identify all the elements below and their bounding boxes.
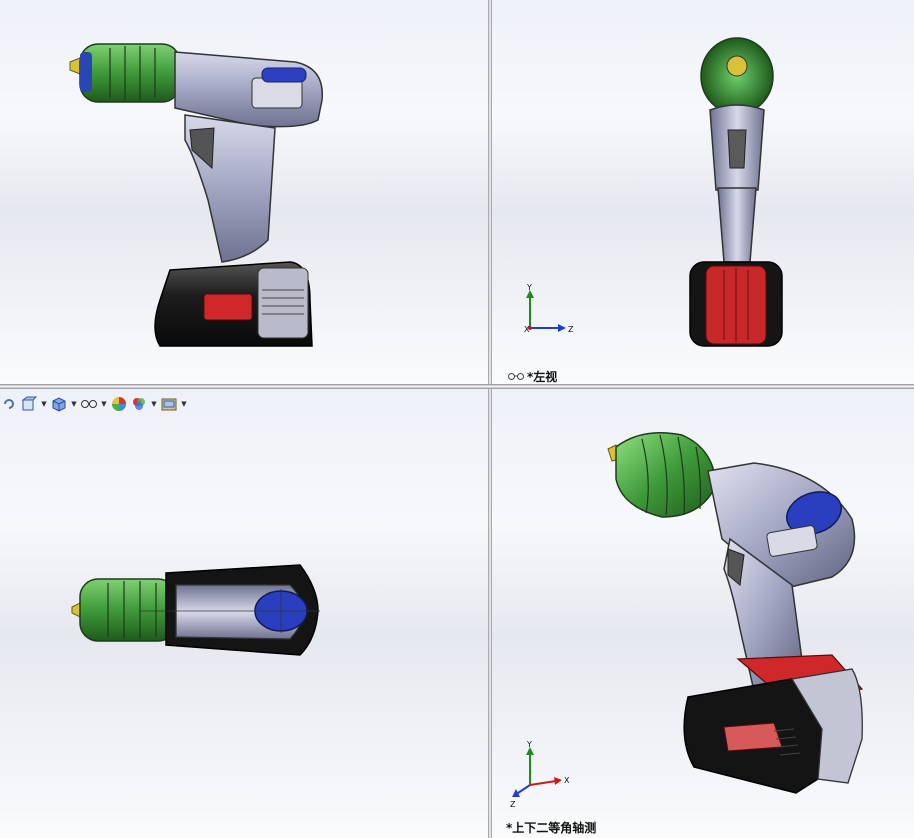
axis-label-z: Z [568,325,574,334]
axis-label-x: X [564,776,570,785]
view-label-bottom-right: *上下二等角轴测 [506,819,596,836]
viewport-top-right[interactable]: Y X Z *左视 [492,0,914,384]
drill-side-view-model[interactable] [0,0,488,384]
drill-top-view-model[interactable] [0,389,488,838]
axis-label-x: X [524,325,530,334]
axis-triad-bottom-right: Y X Z [510,740,570,809]
quad-viewport-window: Y X Z *左视 ▼ ▼ ▼ ▼ ▼ Y X Z *上下二等角轴测 [0,0,914,838]
view-label-top-right: *左视 [508,368,557,384]
axis-label-y: Y [526,740,532,749]
view-name-text: *左视 [527,370,558,384]
axis-label-z: Z [510,800,516,809]
glasses-icon [508,372,524,380]
viewport-bottom-left[interactable]: ▼ ▼ ▼ ▼ ▼ [0,389,488,838]
view-name-text: *上下二等角轴测 [506,821,597,835]
viewport-splitter-horizontal[interactable] [0,384,914,389]
axis-triad-top-right: Y X Z [524,283,574,334]
viewport-bottom-right[interactable]: Y X Z *上下二等角轴测 [492,389,914,838]
axis-label-y: Y [526,283,532,292]
viewport-splitter-vertical[interactable] [488,0,492,838]
viewport-top-left[interactable] [0,0,488,384]
